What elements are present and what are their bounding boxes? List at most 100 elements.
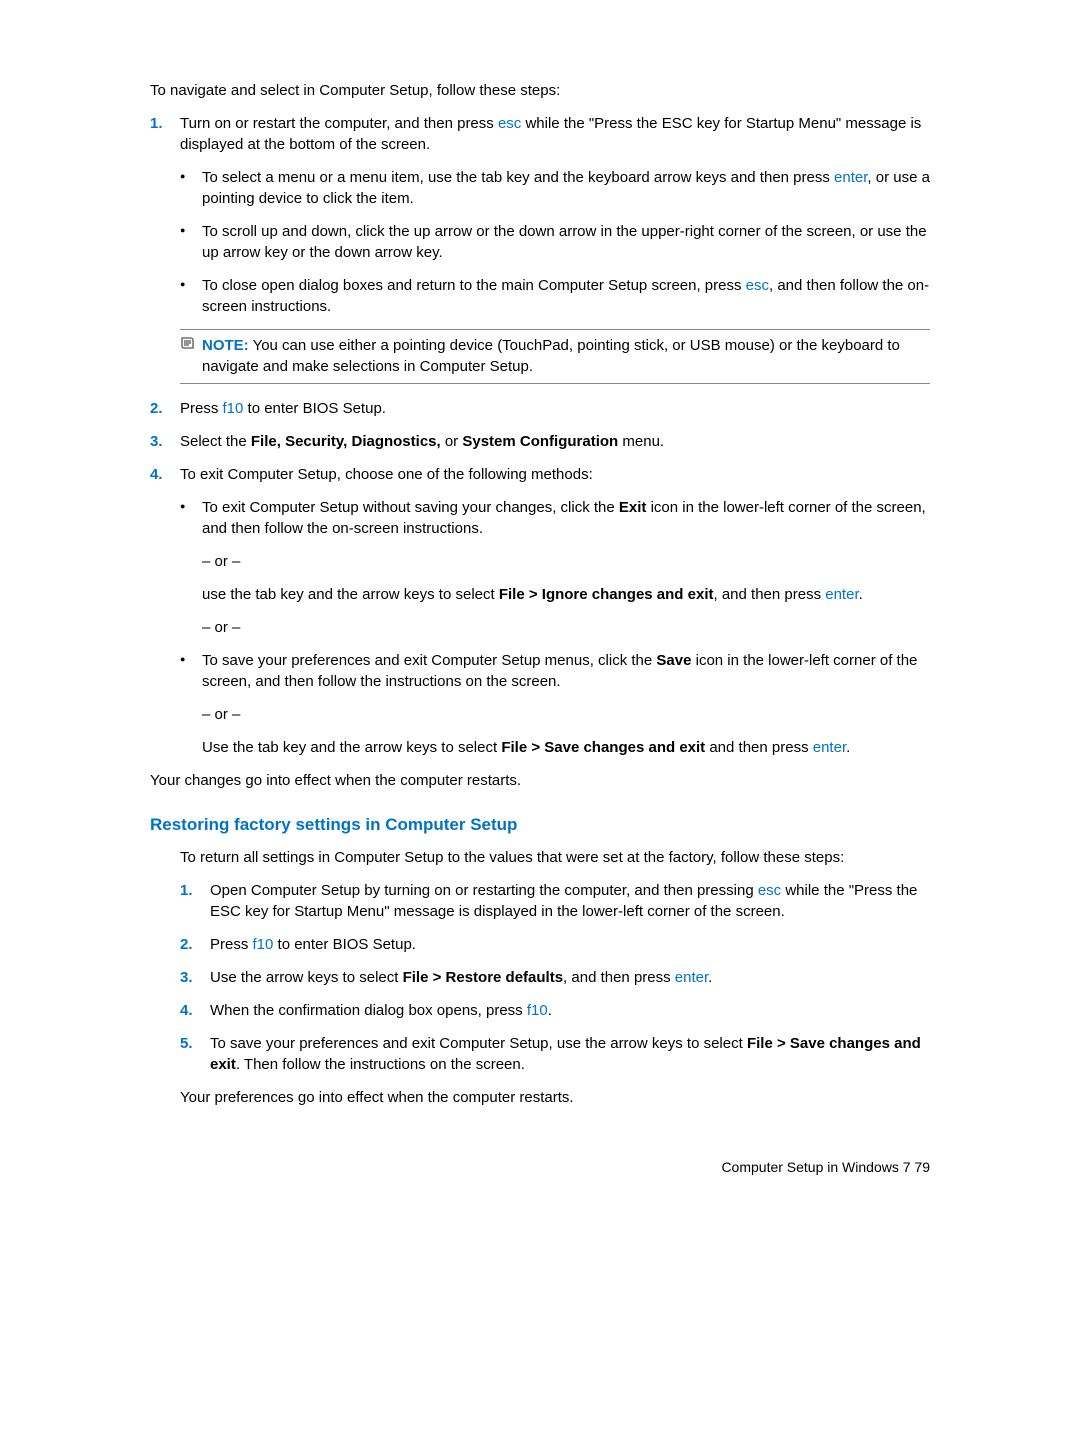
- step-body: Press f10 to enter BIOS Setup.: [210, 934, 930, 955]
- exit-label: Exit: [619, 499, 647, 516]
- bullet-icon: [180, 275, 202, 317]
- text: or: [441, 433, 463, 450]
- intro-text: To navigate and select in Computer Setup…: [150, 80, 930, 101]
- step-2: 2. Press f10 to enter BIOS Setup.: [150, 398, 930, 419]
- step-body: When the confirmation dialog box opens, …: [210, 1000, 930, 1021]
- bullet-icon: [180, 650, 202, 692]
- text: .: [859, 586, 863, 603]
- or-separator: – or –: [202, 551, 930, 572]
- note-callout: NOTE: You can use either a pointing devi…: [180, 329, 930, 384]
- page-footer: Computer Setup in Windows 7 79: [150, 1158, 930, 1178]
- f10-key: f10: [527, 1002, 548, 1019]
- step1-bullet-3: To close open dialog boxes and return to…: [180, 275, 930, 317]
- step-3: 3. Select the File, Security, Diagnostic…: [150, 431, 930, 452]
- or-separator: – or –: [202, 704, 930, 725]
- f10-key: f10: [253, 936, 274, 953]
- step-body: Open Computer Setup by turning on or res…: [210, 880, 930, 922]
- restore-step-5: 5. To save your preferences and exit Com…: [180, 1033, 930, 1075]
- step-body: To save your preferences and exit Comput…: [210, 1033, 930, 1075]
- alt-instruction: Use the tab key and the arrow keys to se…: [202, 737, 930, 758]
- bullet-text: To scroll up and down, click the up arro…: [202, 221, 930, 263]
- text: To select a menu or a menu item, use the…: [202, 169, 834, 186]
- note-text: NOTE: You can use either a pointing devi…: [202, 335, 930, 377]
- section-heading: Restoring factory settings in Computer S…: [150, 813, 930, 837]
- step-number: 1.: [150, 113, 180, 155]
- step4-bullet-1: To exit Computer Setup without saving yo…: [180, 497, 930, 539]
- step-number: 4.: [150, 464, 180, 485]
- step-number: 3.: [180, 967, 210, 988]
- text: To exit Computer Setup without saving yo…: [202, 499, 619, 516]
- esc-key: esc: [758, 882, 781, 899]
- menu-path: File > Save changes and exit: [501, 739, 705, 756]
- bullet-icon: [180, 167, 202, 209]
- enter-key: enter: [813, 739, 846, 756]
- bullet-text: To exit Computer Setup without saving yo…: [202, 497, 930, 539]
- text: , and then press: [563, 969, 675, 986]
- step-1: 1. Turn on or restart the computer, and …: [150, 113, 930, 155]
- esc-key: esc: [498, 115, 521, 132]
- bullet-icon: [180, 497, 202, 539]
- text: , and then press: [714, 586, 826, 603]
- step-number: 3.: [150, 431, 180, 452]
- enter-key: enter: [825, 586, 858, 603]
- or-separator: – or –: [202, 617, 930, 638]
- step-number: 4.: [180, 1000, 210, 1021]
- step-body: Select the File, Security, Diagnostics, …: [180, 431, 930, 452]
- note-icon: [180, 335, 202, 377]
- closing-text: Your preferences go into effect when the…: [180, 1087, 930, 1108]
- bullet-text: To save your preferences and exit Comput…: [202, 650, 930, 692]
- step-number: 2.: [180, 934, 210, 955]
- save-label: Save: [656, 652, 691, 669]
- restore-step-4: 4. When the confirmation dialog box open…: [180, 1000, 930, 1021]
- step-body: Press f10 to enter BIOS Setup.: [180, 398, 930, 419]
- text: To save your preferences and exit Comput…: [202, 652, 656, 669]
- page-content: To navigate and select in Computer Setup…: [0, 0, 1080, 1237]
- text: Turn on or restart the computer, and the…: [180, 115, 498, 132]
- text: To save your preferences and exit Comput…: [210, 1035, 747, 1052]
- text: To close open dialog boxes and return to…: [202, 277, 746, 294]
- restore-step-3: 3. Use the arrow keys to select File > R…: [180, 967, 930, 988]
- closing-text: Your changes go into effect when the com…: [150, 770, 930, 791]
- step-body: Use the arrow keys to select File > Rest…: [210, 967, 930, 988]
- f10-key: f10: [223, 400, 244, 417]
- step-body: Turn on or restart the computer, and the…: [180, 113, 930, 155]
- text: You can use either a pointing device (To…: [202, 337, 900, 375]
- bullet-text: To select a menu or a menu item, use the…: [202, 167, 930, 209]
- text: .: [548, 1002, 552, 1019]
- step-body: To exit Computer Setup, choose one of th…: [180, 464, 930, 485]
- step-number: 2.: [150, 398, 180, 419]
- step4-bullet-2: To save your preferences and exit Comput…: [180, 650, 930, 692]
- esc-key: esc: [746, 277, 769, 294]
- bullet-text: To close open dialog boxes and return to…: [202, 275, 930, 317]
- section-intro: To return all settings in Computer Setup…: [180, 847, 930, 868]
- bullet-icon: [180, 221, 202, 263]
- menu-path: File > Ignore changes and exit: [499, 586, 714, 603]
- menu-names: File, Security, Diagnostics,: [251, 433, 441, 450]
- text: Use the tab key and the arrow keys to se…: [202, 739, 501, 756]
- text: to enter BIOS Setup.: [273, 936, 416, 953]
- text: .: [708, 969, 712, 986]
- step1-bullet-2: To scroll up and down, click the up arro…: [180, 221, 930, 263]
- text: Press: [210, 936, 253, 953]
- alt-instruction: use the tab key and the arrow keys to se…: [202, 584, 930, 605]
- note-label: NOTE:: [202, 337, 249, 354]
- step-number: 5.: [180, 1033, 210, 1075]
- step1-bullet-1: To select a menu or a menu item, use the…: [180, 167, 930, 209]
- text: Open Computer Setup by turning on or res…: [210, 882, 758, 899]
- text: Press: [180, 400, 223, 417]
- text: .: [846, 739, 850, 756]
- text: When the confirmation dialog box opens, …: [210, 1002, 527, 1019]
- text: and then press: [705, 739, 813, 756]
- restore-step-2: 2. Press f10 to enter BIOS Setup.: [180, 934, 930, 955]
- enter-key: enter: [834, 169, 867, 186]
- menu-name: System Configuration: [462, 433, 618, 450]
- text: Select the: [180, 433, 251, 450]
- text: menu.: [618, 433, 664, 450]
- menu-path: File > Restore defaults: [403, 969, 563, 986]
- restore-step-1: 1. Open Computer Setup by turning on or …: [180, 880, 930, 922]
- text: Use the arrow keys to select: [210, 969, 403, 986]
- enter-key: enter: [675, 969, 708, 986]
- step-4: 4. To exit Computer Setup, choose one of…: [150, 464, 930, 485]
- text: . Then follow the instructions on the sc…: [236, 1056, 525, 1073]
- text: to enter BIOS Setup.: [243, 400, 386, 417]
